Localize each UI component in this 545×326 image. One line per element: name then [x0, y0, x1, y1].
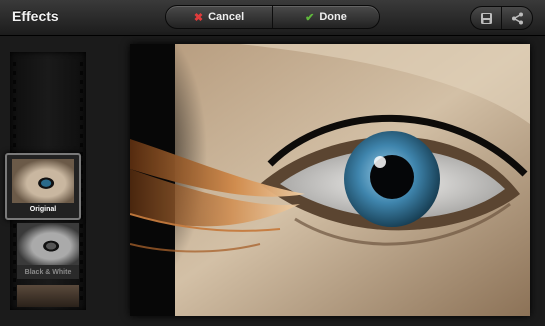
page-title: Effects — [12, 8, 59, 24]
share-button[interactable] — [501, 7, 532, 29]
cancel-label: Cancel — [208, 11, 245, 23]
thumb-label: Black & White — [24, 269, 72, 276]
save-icon — [480, 12, 492, 24]
effect-thumb-black-white[interactable]: Black & White — [17, 223, 79, 279]
cancel-button[interactable]: ✖ Cancel — [166, 6, 272, 28]
check-icon: ✔ — [305, 11, 315, 24]
right-button-group — [470, 6, 533, 30]
photo-preview — [130, 44, 530, 316]
eye-photo — [130, 44, 530, 316]
thumbnail-image — [12, 159, 74, 203]
done-label: Done — [319, 11, 347, 23]
share-icon — [511, 12, 523, 24]
done-button[interactable]: ✔ Done — [272, 6, 379, 28]
top-toolbar: Effects ✖ Cancel ✔ Done — [0, 0, 545, 36]
save-button[interactable] — [471, 7, 501, 29]
effect-thumb-original[interactable]: Original — [5, 153, 81, 220]
effect-thumb-partial[interactable] — [17, 285, 79, 307]
x-icon: ✖ — [193, 11, 204, 24]
thumb-label: Original — [29, 206, 57, 213]
cancel-done-segment: ✖ Cancel ✔ Done — [165, 5, 380, 29]
thumbnail-image — [17, 223, 79, 265]
